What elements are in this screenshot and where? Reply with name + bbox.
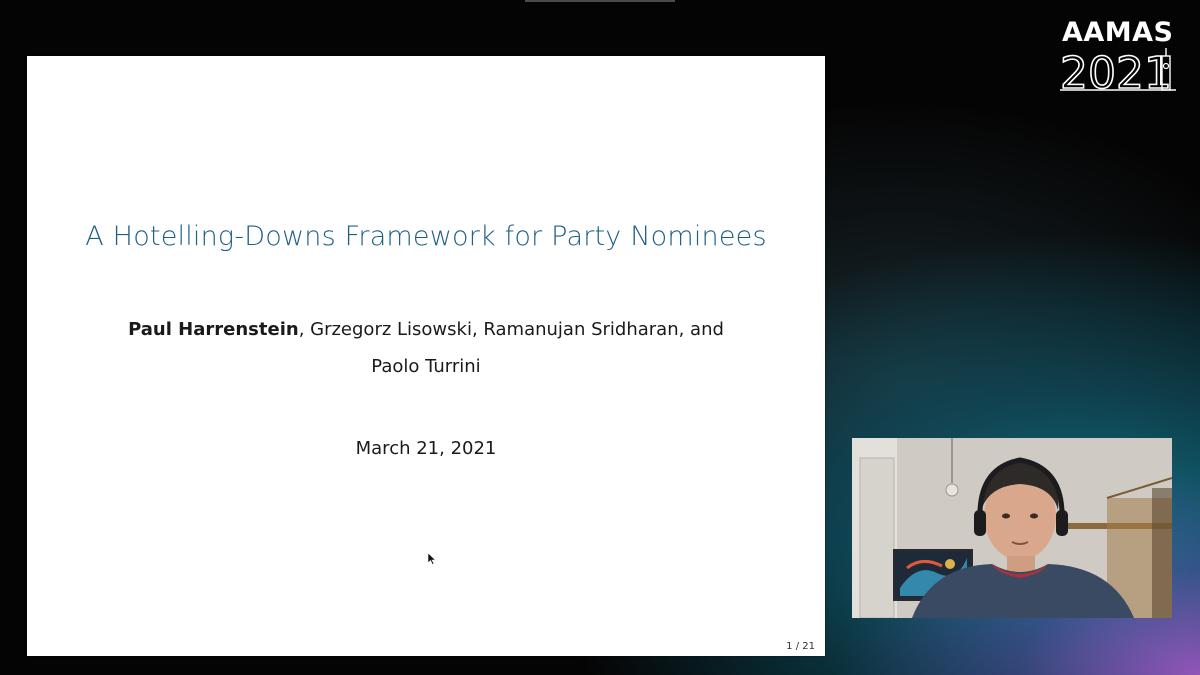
logo-year-graphic: 2021 [1060,48,1176,94]
webcam-scene [852,438,1172,618]
slide-date: March 21, 2021 [355,438,497,459]
top-indicator-bar [525,0,675,2]
logo-text: AAMAS [1062,17,1174,48]
logo-year-text: 2021 [1060,48,1172,94]
coauthors-line-2: Paolo Turrini [371,356,481,377]
authors-line-1: Paul Harrenstein, Grzegorz Lisowski, Ram… [27,311,825,348]
presentation-slide: A Hotelling-Downs Framework for Party No… [27,56,825,656]
presenter-webcam-feed [852,438,1172,618]
mouse-cursor-icon [428,553,436,565]
slide-authors: Paul Harrenstein, Grzegorz Lisowski, Ram… [27,311,825,385]
slide-page-number: 1 / 21 [786,641,815,652]
coauthors-line-1: , Grzegorz Lisowski, Ramanujan Sridharan… [298,319,724,340]
aamas-logo: AAMAS 2021 [1058,18,1178,98]
slide-title: A Hotelling-Downs Framework for Party No… [85,221,767,252]
presenter-name: Paul Harrenstein [128,319,299,340]
